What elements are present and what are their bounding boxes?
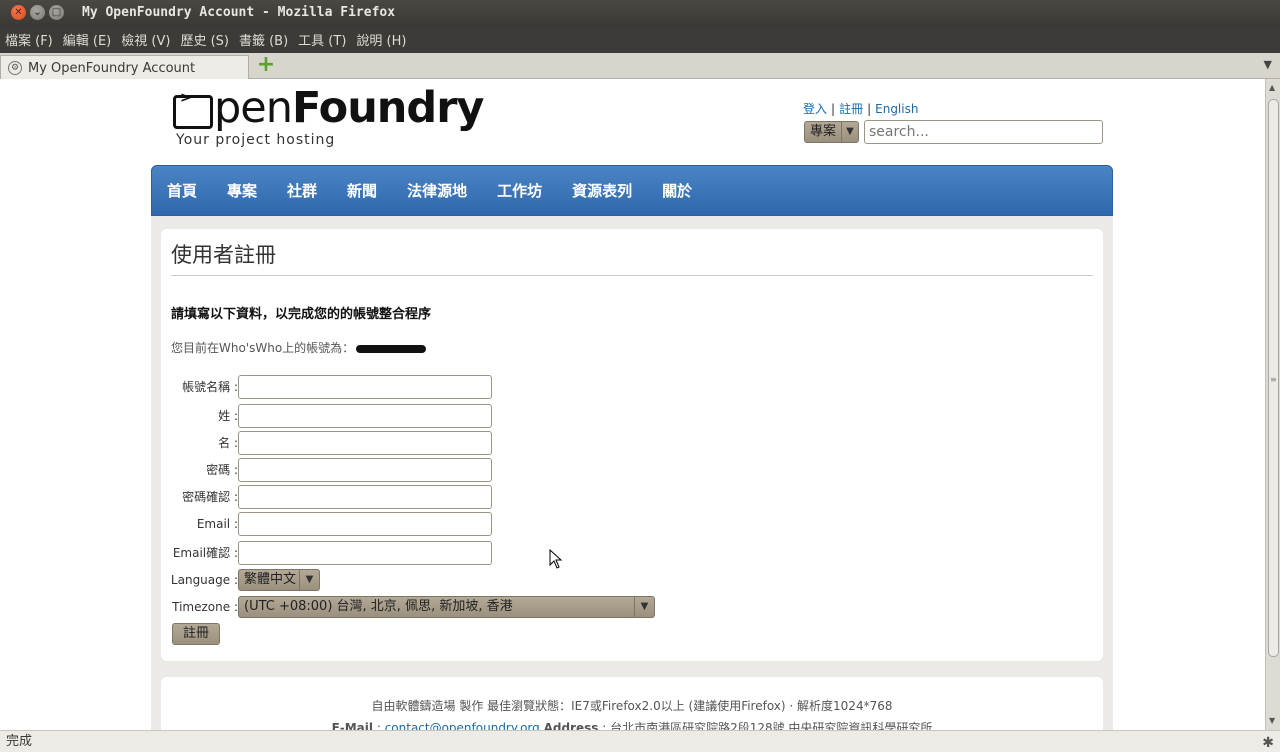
nav-legal[interactable]: 法律源地 [407,180,467,201]
page-viewport: penFoundry Your project hosting 登入|註冊|En… [0,79,1265,730]
status-text: 完成 [6,734,33,749]
email-confirm-label: Email確認 : [172,546,238,560]
menubar: 檔案 (F) 編輯 (E) 檢視 (V) 歷史 (S) 書籤 (B) 工具 (T… [0,26,1280,53]
nav-resources[interactable]: 資源表列 [572,180,632,201]
timezone-select[interactable]: (UTC +08:00) 台灣, 北京, 佩思, 新加坡, 香港 ▼ [238,596,655,618]
search-input[interactable] [864,120,1103,144]
row-timezone: Timezone : [161,595,238,619]
given-name-label: 名 : [218,436,238,450]
page-title: 使用者註冊 [171,243,276,267]
account-label: 帳號名稱 : [182,380,238,394]
logo-text-open: pen [214,83,293,133]
email-confirm-field[interactable] [238,541,492,565]
nav-about[interactable]: 關於 [662,180,692,201]
menu-tools[interactable]: 工具 (T) [298,30,346,49]
statusbar: 完成 ✱ [0,730,1280,752]
redacted-account [356,344,427,353]
site-footer: 自由軟體鑄造場 製作 最佳瀏覽狀態：IE7或Firefox2.0以上 (建議使用… [161,677,1103,730]
password-label: 密碼 : [206,463,238,477]
footer-credits: 自由軟體鑄造場 製作 最佳瀏覽狀態：IE7或Firefox2.0以上 (建議使用… [371,699,893,713]
instruction-heading: 請填寫以下資料，以完成您的的帳號整合程序 [171,307,432,322]
nav-workshop[interactable]: 工作坊 [497,180,542,201]
separator: | [831,102,836,116]
email-label: Email : [196,517,238,531]
close-window-button[interactable]: ✕ [11,5,26,20]
page-favicon-icon: ⚙ [8,61,22,75]
account-links: 登入 | 註冊 | English [803,100,918,117]
scroll-down-arrow-icon[interactable]: ▼ [1269,716,1275,725]
address-text: 台北市南港區研究院路2段128號 中央研究院資訊科學研究所 [610,721,933,730]
timezone-value: (UTC +08:00) 台灣, 北京, 佩思, 新加坡, 香港 [244,599,513,614]
menu-bookmarks[interactable]: 書籤 (B) [239,30,288,49]
divider [171,275,1093,276]
language-select[interactable]: 繁體中文 ▼ [238,569,320,591]
menu-file[interactable]: 檔案 (F) [5,30,53,49]
register-link[interactable]: 註冊 [839,102,863,116]
english-link[interactable]: English [875,102,918,116]
chevron-down-icon: ▼ [841,122,858,142]
separator: | [867,102,872,116]
registration-card: 使用者註冊 請填寫以下資料，以完成您的的帳號整合程序 您目前在Who'sWho上… [161,229,1103,661]
maximize-window-button[interactable]: □ [49,5,64,20]
row-password-confirm: 密碼確認 : [161,485,238,509]
given-name-field[interactable] [238,431,492,455]
address-label: Address [543,721,599,730]
logo-text-foundry: Foundry [292,83,484,133]
menu-view[interactable]: 檢視 (V) [121,30,170,49]
row-email: Email : [161,512,238,536]
nav-home[interactable]: 首頁 [167,180,197,201]
email-field[interactable] [238,512,492,536]
menu-history[interactable]: 歷史 (S) [180,30,229,49]
login-link[interactable]: 登入 [803,102,827,116]
menu-edit[interactable]: 編輯 (E) [63,30,112,49]
window-title: My OpenFoundry Account - Mozilla Firefox [82,5,396,20]
row-given-name: 名 : [161,431,238,455]
minimize-window-button[interactable]: ⌄ [30,5,45,20]
tab-list-chevron-down-icon[interactable]: ▼ [1264,58,1272,71]
account-field[interactable] [238,375,492,399]
menu-help[interactable]: 說明 (H) [356,30,406,49]
nav-community[interactable]: 社群 [287,180,317,201]
chevron-down-icon: ▼ [634,597,654,617]
vertical-scrollbar[interactable]: ▲ ≡ ▼ [1265,79,1280,730]
scroll-grip-icon: ≡ [1270,375,1277,384]
search-scope-select[interactable]: 專案 ▼ [804,121,859,143]
tab-label: My OpenFoundry Account [28,60,196,76]
password-confirm-field[interactable] [238,485,492,509]
row-password: 密碼 : [161,458,238,482]
browser-tab[interactable]: ⚙ My OpenFoundry Account [0,55,249,80]
register-submit-button[interactable]: 註冊 [172,623,220,645]
new-tab-plus-icon[interactable]: + [256,54,276,76]
scroll-up-arrow-icon[interactable]: ▲ [1269,83,1275,92]
logo-terminal-icon [173,91,213,129]
search-scope-value: 專案 [810,124,837,139]
tabbar: ⚙ My OpenFoundry Account + ▼ [0,53,1280,80]
row-email-confirm: Email確認 : [161,541,238,565]
nav-projects[interactable]: 專案 [227,180,257,201]
window-titlebar: ✕ ⌄ □ My OpenFoundry Account - Mozilla F… [0,0,1280,26]
password-confirm-label: 密碼確認 : [182,490,238,504]
password-field[interactable] [238,458,492,482]
openfoundry-logo[interactable]: penFoundry Your project hosting [173,83,484,148]
timezone-label: Timezone : [172,600,238,614]
surname-field[interactable] [238,404,492,428]
contact-email-link[interactable]: contact@openfoundry.org [385,721,540,730]
language-label: Language : [170,573,238,587]
mouse-pointer-icon [549,549,563,569]
nav-news[interactable]: 新聞 [347,180,377,201]
footer-contact: E-Mail : contact@openfoundry.org Address… [161,719,1103,730]
row-language: Language : [161,568,238,592]
surname-label: 姓 : [218,409,238,423]
row-surname: 姓 : [161,404,238,428]
logo-tagline: Your project hosting [176,132,336,148]
whoswho-account-text: 您目前在Who'sWho上的帳號為： [171,339,427,356]
row-account: 帳號名稱 : [161,375,238,399]
language-value: 繁體中文 [244,572,297,587]
main-nav: 首頁 專案 社群 新聞 法律源地 工作坊 資源表列 關於 [151,165,1113,216]
chevron-down-icon: ▼ [299,570,319,590]
email-label: E-Mail [331,721,374,730]
whoswho-label: 您目前在Who'sWho上的帳號為： [171,341,355,355]
bug-icon[interactable]: ✱ [1262,733,1274,752]
